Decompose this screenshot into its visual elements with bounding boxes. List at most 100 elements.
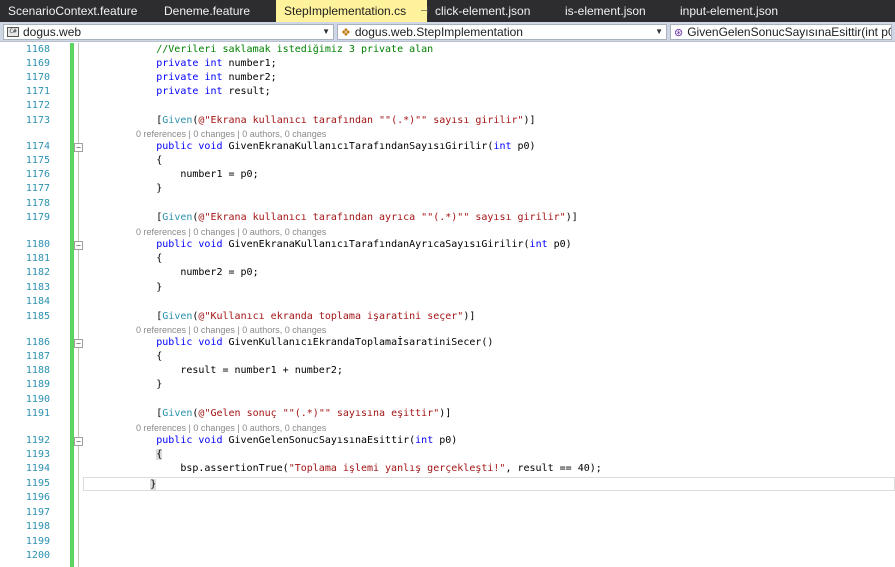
attribute: Given (162, 115, 193, 126)
identifier: number2; (222, 72, 277, 83)
line-number: 1188 (25, 365, 50, 376)
method-name: GivenKullanıcıEkrandaToplamaİsaratiniSec… (222, 337, 494, 348)
brace: { (156, 351, 163, 362)
statement: number1 = p0; (180, 169, 259, 180)
code-line: public void GivenEkranaKullanıcıTarafınd… (84, 140, 895, 154)
code-editor[interactable]: 1168 1169 1170 1171 1172 1173 1174 1175 … (0, 43, 895, 567)
line-number: 1182 (25, 267, 50, 278)
line-number: 1195 (25, 478, 50, 489)
codelens[interactable]: 0 references | 0 changes | 0 authors, 0 … (136, 325, 326, 335)
keyword: int (493, 141, 512, 152)
keyword: public (156, 239, 193, 250)
identifier: number1; (222, 58, 277, 69)
line-number: 1186 (25, 337, 50, 348)
line-number: 1176 (25, 169, 50, 180)
tab-label: is-element.json (565, 4, 646, 18)
string-literal: @"Gelen sonuç ""(.*)"" sayısına eşittir" (198, 408, 440, 419)
keyword: void (198, 337, 223, 348)
line-number: 1194 (25, 463, 50, 474)
collapse-icon[interactable]: − (74, 339, 83, 348)
keyword: int (204, 86, 223, 97)
class-name: dogus.web.StepImplementation (354, 25, 523, 39)
keyword: int (529, 239, 548, 250)
code-line: } (84, 182, 895, 196)
project-dropdown[interactable]: C# dogus.web ▼ (3, 24, 334, 40)
keyword: private (156, 72, 199, 83)
tab-label: Deneme.feature (164, 4, 251, 18)
method-name: GivenEkranaKullanıcıTarafındanAyrıcaSayı… (222, 239, 530, 250)
keyword: private (156, 86, 199, 97)
chevron-down-icon: ▼ (655, 27, 663, 36)
brace: { (156, 253, 163, 264)
tab-input-element[interactable]: input-element.json (672, 0, 822, 22)
keyword: void (198, 239, 223, 250)
code-line: public void GivenKullanıcıEkrandaToplama… (84, 336, 895, 350)
change-tracking-bar (70, 43, 74, 567)
keyword: int (415, 435, 434, 446)
attribute: Given (162, 408, 193, 419)
keyword: public (156, 435, 193, 446)
codelens[interactable]: 0 references | 0 changes | 0 authors, 0 … (136, 129, 326, 139)
csharp-project-icon: C# (7, 27, 19, 37)
line-number: 1191 (25, 408, 50, 419)
tab-deneme[interactable]: Deneme.feature (156, 0, 276, 22)
tab-label: click-element.json (435, 4, 531, 18)
tab-step-implementation[interactable]: StepImplementation.cs ⊣ ✕ (276, 0, 444, 22)
code-line: { (84, 350, 895, 364)
identifier: result; (222, 86, 271, 97)
navigation-bar: C# dogus.web ▼ ❖ dogus.web.StepImplement… (0, 22, 895, 42)
code-line: [Given(@"Gelen sonuç ""(.*)"" sayısına e… (84, 408, 452, 419)
statement: bsp.assertionTrue( (180, 463, 289, 474)
line-number: 1178 (25, 198, 50, 209)
line-number: 1168 (25, 44, 50, 55)
tab-click-element[interactable]: click-element.json (427, 0, 557, 22)
code-line: { (84, 154, 895, 168)
line-number: 1187 (25, 351, 50, 362)
attribute: Given (162, 212, 193, 223)
chevron-down-icon: ▼ (322, 27, 330, 36)
line-number: 1183 (25, 282, 50, 293)
code-line: { (84, 448, 895, 462)
line-number: 1174 (25, 141, 50, 152)
parameter: p0) (547, 239, 572, 250)
keyword: public (156, 337, 193, 348)
codelens[interactable]: 0 references | 0 changes | 0 authors, 0 … (136, 423, 326, 433)
document-tab-strip: ScenarioContext.feature Deneme.feature S… (0, 0, 895, 22)
line-number: 1198 (25, 521, 50, 532)
code-line: public void GivenEkranaKullanıcıTarafınd… (84, 238, 895, 252)
code-line: } (84, 378, 895, 392)
line-number: 1171 (25, 86, 50, 97)
class-dropdown[interactable]: ❖ dogus.web.StepImplementation ▼ (337, 24, 667, 40)
code-line: public void GivenGelenSonucSayısınaEsitt… (84, 434, 895, 448)
code-line: [Given(@"Ekrana kullanıcı tarafından ""(… (84, 115, 536, 126)
codelens[interactable]: 0 references | 0 changes | 0 authors, 0 … (136, 227, 326, 237)
statement: , result == 40); (505, 463, 602, 474)
line-number: 1175 (25, 155, 50, 166)
code-line: number2 = p0; (84, 266, 895, 280)
brace: } (150, 479, 157, 490)
line-number: 1173 (25, 115, 50, 126)
collapse-icon[interactable]: − (74, 241, 83, 250)
keyword: int (204, 72, 223, 83)
collapse-icon[interactable]: − (74, 143, 83, 152)
tab-label: StepImplementation.cs (284, 4, 407, 18)
line-number: 1172 (25, 100, 50, 111)
string-literal: "Toplama işlemi yanlış gerçekleşti!" (288, 463, 506, 474)
line-number: 1170 (25, 72, 50, 83)
brace: } (156, 379, 163, 390)
keyword: int (204, 58, 223, 69)
current-line[interactable]: } (83, 477, 895, 491)
method-name: GivenGelenSonucSayısınaEsittir( (222, 435, 416, 446)
string-literal: @"Kullanıcı ekranda toplama işaratini se… (198, 311, 464, 322)
tab-scenario-context[interactable]: ScenarioContext.feature (0, 0, 156, 22)
code-line: private int number1; (84, 57, 895, 71)
code-line: //Verileri saklamak istediğimiz 3 privat… (84, 43, 895, 57)
collapse-icon[interactable]: − (74, 437, 83, 446)
code-line: { (84, 252, 895, 266)
member-dropdown[interactable]: ⊛ GivenGelenSonucSayısınaEsittir(int p0) (670, 24, 892, 40)
line-number: 1192 (25, 435, 50, 446)
tab-label: input-element.json (680, 4, 779, 18)
keyword: void (198, 435, 223, 446)
brace: } (156, 183, 163, 194)
tab-is-element[interactable]: is-element.json (557, 0, 672, 22)
